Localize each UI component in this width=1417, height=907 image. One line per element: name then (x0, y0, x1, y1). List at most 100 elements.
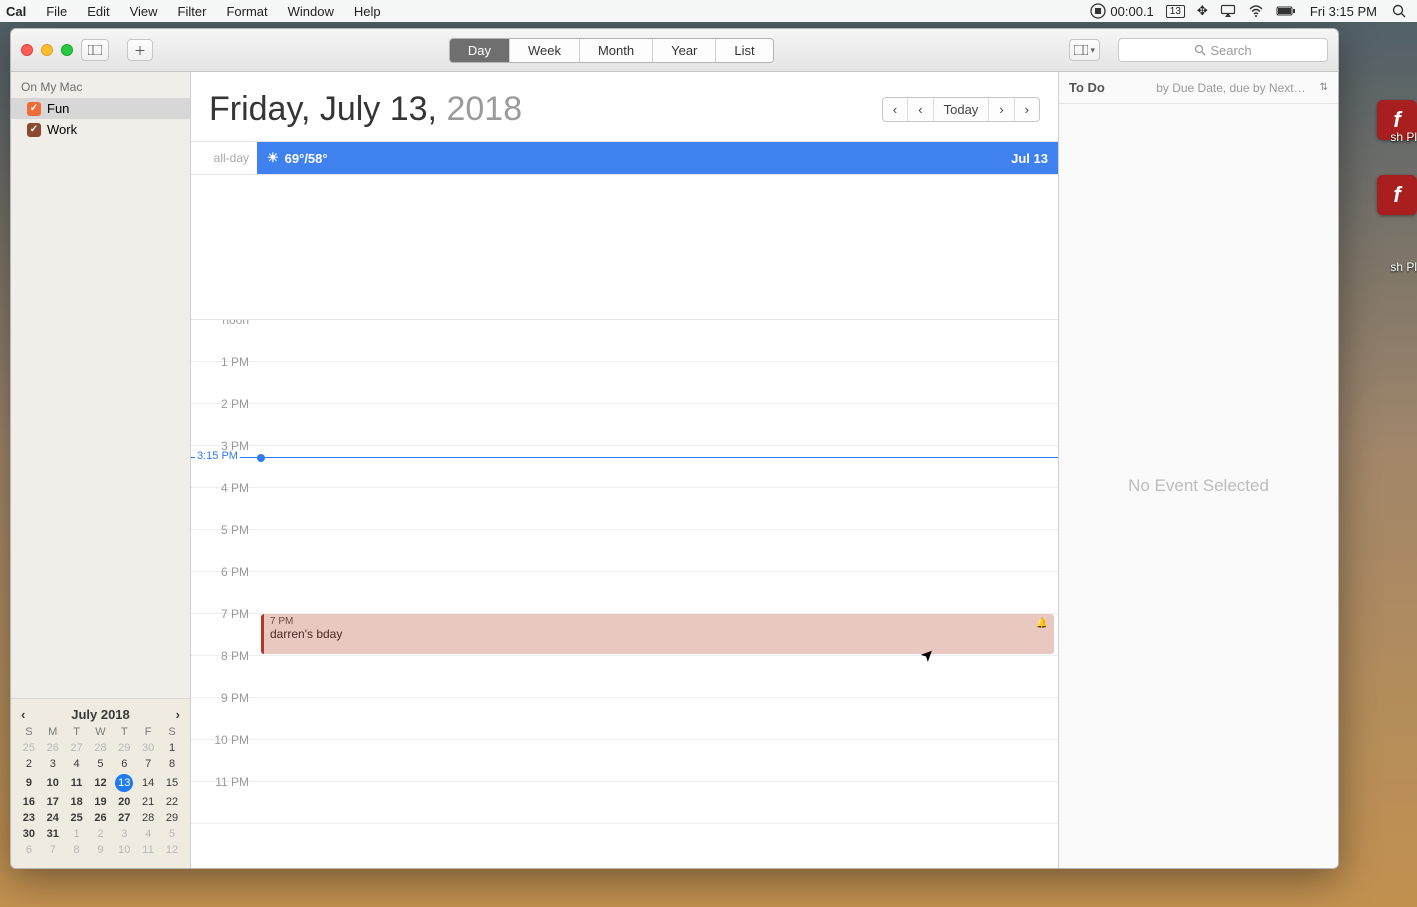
add-event-button[interactable]: ＋ (127, 39, 153, 61)
event-darrens-bday[interactable]: 7 PM darren's bday 🔔 (261, 614, 1054, 654)
minical-day[interactable]: 9 (89, 842, 113, 858)
minical-day[interactable]: 5 (160, 826, 184, 842)
minical-day[interactable]: 25 (65, 810, 89, 826)
checkbox-icon[interactable]: ✓ (27, 123, 41, 137)
minical-day[interactable]: 6 (112, 756, 136, 772)
date-status[interactable]: 13 (1160, 5, 1191, 18)
minical-day[interactable]: 15 (160, 772, 184, 794)
menu-view[interactable]: View (120, 4, 168, 19)
minical-next[interactable]: › (176, 707, 180, 722)
hour-row[interactable]: 6 PM (191, 572, 1058, 614)
minical-day[interactable]: 7 (41, 842, 65, 858)
minical-day[interactable]: 18 (65, 794, 89, 810)
minical-day[interactable]: 13 (112, 772, 136, 794)
minical-day[interactable]: 14 (136, 772, 160, 794)
toggle-sidebar-button[interactable] (81, 39, 109, 61)
battery-icon[interactable] (1270, 3, 1302, 19)
minical-day[interactable]: 5 (89, 756, 113, 772)
minical-day[interactable]: 12 (160, 842, 184, 858)
flash-icon[interactable]: f (1377, 175, 1417, 215)
minical-prev[interactable]: ‹ (21, 707, 25, 722)
hour-row[interactable]: 10 PM (191, 740, 1058, 782)
nav-prev[interactable]: ‹ (908, 98, 933, 121)
minical-day[interactable]: 2 (17, 756, 41, 772)
minical-day[interactable]: 4 (136, 826, 160, 842)
minical-day[interactable]: 4 (65, 756, 89, 772)
minical-day[interactable]: 23 (17, 810, 41, 826)
minical-day[interactable]: 12 (89, 772, 113, 794)
minical-day[interactable]: 3 (112, 826, 136, 842)
minical-day[interactable]: 20 (112, 794, 136, 810)
minical-grid[interactable]: SMTWTFS 25262728293012345678910111213141… (17, 724, 184, 858)
todo-sort[interactable]: by Due Date, due by Next… (1156, 81, 1305, 95)
sort-chevron-icon[interactable]: ⇅ (1320, 82, 1328, 93)
wifi-icon[interactable] (1242, 3, 1270, 19)
hour-row[interactable]: 5 PM (191, 530, 1058, 572)
spotlight-icon[interactable] (1385, 3, 1413, 19)
minical-day[interactable]: 10 (112, 842, 136, 858)
minical-day[interactable]: 30 (136, 740, 160, 756)
minical-day[interactable]: 9 (17, 772, 41, 794)
dropbox-icon[interactable]: ✥ (1191, 3, 1214, 19)
minical-day[interactable]: 21 (136, 794, 160, 810)
minical-day[interactable]: 30 (17, 826, 41, 842)
record-status[interactable]: 00:00.1 (1084, 3, 1159, 19)
weather-event[interactable]: ☀︎ 69°/58° Jul 13 (257, 142, 1058, 174)
minical-day[interactable]: 1 (160, 740, 184, 756)
hour-row[interactable]: 1 PM (191, 362, 1058, 404)
minical-day[interactable]: 1 (65, 826, 89, 842)
minical-day[interactable]: 7 (136, 756, 160, 772)
calendar-list-item-fun[interactable]: ✓ Fun (11, 98, 190, 119)
inspector-toggle[interactable]: ▾ (1069, 39, 1100, 61)
hour-row[interactable]: 11 PM (191, 782, 1058, 824)
minical-day[interactable]: 11 (136, 842, 160, 858)
minical-day[interactable]: 27 (112, 810, 136, 826)
minical-day[interactable]: 26 (41, 740, 65, 756)
calendar-list-item-work[interactable]: ✓ Work (11, 119, 190, 140)
menu-window[interactable]: Window (278, 4, 344, 19)
nav-next-far[interactable]: › (1015, 98, 1039, 121)
minical-day[interactable]: 28 (136, 810, 160, 826)
view-list[interactable]: List (716, 39, 772, 62)
nav-today[interactable]: Today (934, 98, 990, 121)
nav-next[interactable]: › (989, 98, 1014, 121)
minical-day[interactable]: 19 (89, 794, 113, 810)
menu-format[interactable]: Format (216, 4, 277, 19)
hour-row[interactable]: 4 PM (191, 488, 1058, 530)
zoom-button[interactable] (61, 44, 73, 56)
nav-prev-far[interactable]: ‹ (883, 98, 908, 121)
hour-row[interactable]: noon (191, 320, 1058, 362)
minical-day[interactable]: 22 (160, 794, 184, 810)
view-week[interactable]: Week (510, 39, 580, 62)
menu-filter[interactable]: Filter (168, 4, 217, 19)
minical-day[interactable]: 17 (41, 794, 65, 810)
menu-help[interactable]: Help (344, 4, 391, 19)
minical-day[interactable]: 3 (41, 756, 65, 772)
window-titlebar[interactable]: ＋ Day Week Month Year List ▾ Search (11, 29, 1338, 72)
close-button[interactable] (21, 44, 33, 56)
hour-row[interactable]: 3 PM (191, 446, 1058, 488)
minical-day[interactable]: 27 (65, 740, 89, 756)
minical-day[interactable]: 6 (17, 842, 41, 858)
hour-row[interactable]: 8 PM (191, 656, 1058, 698)
airplay-icon[interactable] (1214, 3, 1242, 19)
minical-day[interactable]: 8 (160, 756, 184, 772)
minical-day[interactable]: 16 (17, 794, 41, 810)
minical-day[interactable]: 10 (41, 772, 65, 794)
view-month[interactable]: Month (580, 39, 653, 62)
minical-day[interactable]: 25 (17, 740, 41, 756)
minical-day[interactable]: 2 (89, 826, 113, 842)
minical-day[interactable]: 29 (160, 810, 184, 826)
hour-grid[interactable]: noon1 PM2 PM3 PM4 PM5 PM6 PM7 PM8 PM9 PM… (191, 320, 1058, 868)
minical-day[interactable]: 29 (112, 740, 136, 756)
minical-day[interactable]: 31 (41, 826, 65, 842)
minimize-button[interactable] (41, 44, 53, 56)
menubar-app-name[interactable]: Cal (0, 4, 36, 19)
view-year[interactable]: Year (653, 39, 716, 62)
search-field[interactable]: Search (1118, 38, 1328, 62)
view-day[interactable]: Day (450, 39, 510, 62)
minical-day[interactable]: 8 (65, 842, 89, 858)
checkbox-icon[interactable]: ✓ (27, 102, 41, 116)
hour-row[interactable]: 2 PM (191, 404, 1058, 446)
minical-day[interactable]: 28 (89, 740, 113, 756)
